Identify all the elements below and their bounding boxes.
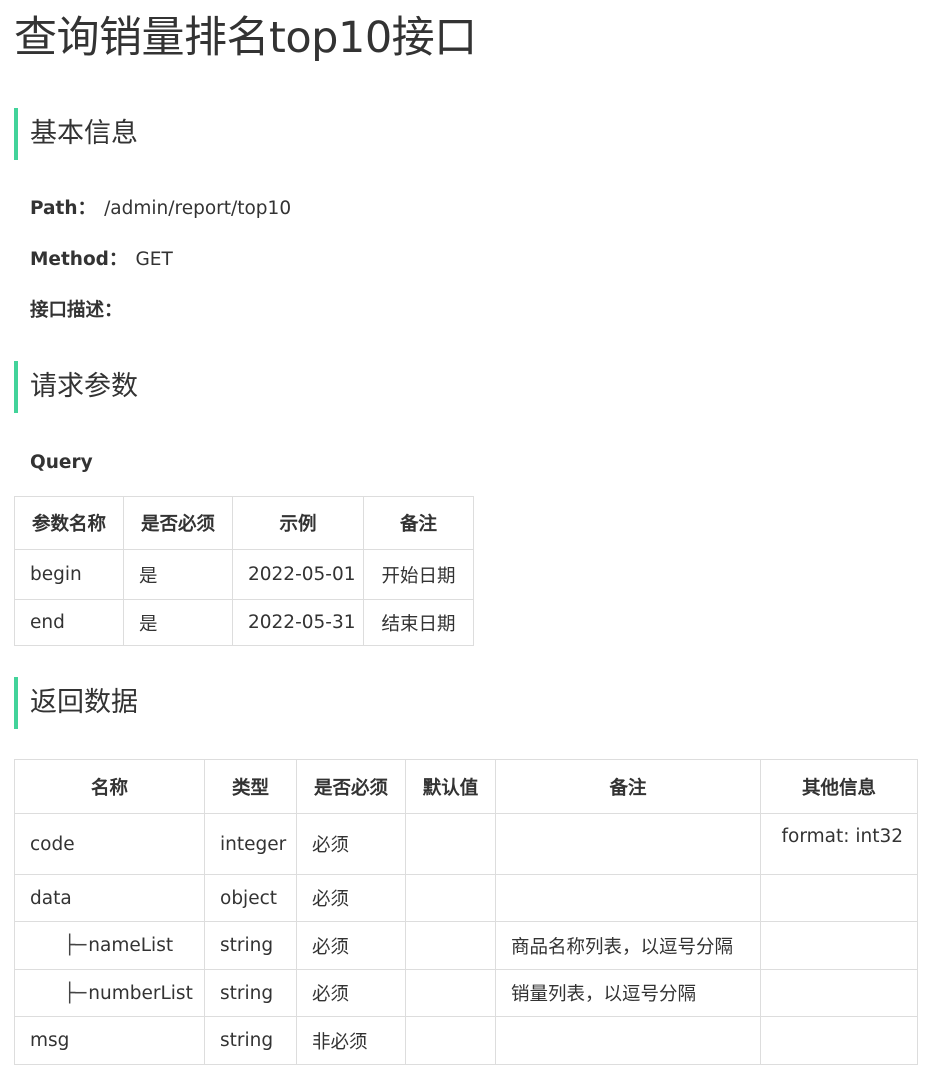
path-value: /admin/report/top10: [104, 198, 292, 219]
table-header-cell: 名称: [14, 759, 205, 814]
param-required-cell: 是: [123, 549, 233, 600]
field-type-cell: integer: [204, 813, 297, 875]
field-required-cell: 必须: [296, 874, 406, 922]
table-header-cell: 是否必须: [296, 759, 406, 814]
field-note-cell: [495, 1016, 761, 1065]
section-heading-response-data: 返回数据: [14, 677, 138, 729]
field-name-text: nameList: [88, 935, 174, 956]
table-header-cell: 默认值: [405, 759, 496, 814]
method-value: GET: [135, 249, 173, 270]
param-note-cell: 开始日期: [363, 549, 474, 600]
method-row: Method： GET: [30, 247, 173, 273]
field-name-cell: ├─ nameList: [14, 921, 205, 970]
table-header-row: 参数名称 是否必须 示例 备注: [14, 496, 474, 550]
field-note-cell: [495, 874, 761, 922]
table-row: ├─ nameList string 必须 商品名称列表，以逗号分隔: [14, 921, 918, 970]
field-required-cell: 必须: [296, 969, 406, 1017]
table-row: ├─ numberList string 必须 销量列表，以逗号分隔: [14, 969, 918, 1017]
field-type-cell: string: [204, 969, 297, 1017]
param-example-cell: 2022-05-31: [232, 599, 364, 646]
table-header-cell: 示例: [232, 496, 364, 550]
tree-branch-icon: ├─: [64, 935, 87, 956]
field-note-cell: 销量列表，以逗号分隔: [495, 969, 761, 1017]
field-type-cell: string: [204, 1016, 297, 1065]
path-label: Path：: [30, 198, 97, 219]
field-required-cell: 必须: [296, 921, 406, 970]
table-row: end 是 2022-05-31 结束日期: [14, 599, 474, 646]
field-note-cell: 商品名称列表，以逗号分隔: [495, 921, 761, 970]
field-required-cell: 必须: [296, 813, 406, 875]
section-heading-request-params: 请求参数: [14, 361, 138, 413]
field-default-cell: [405, 874, 496, 922]
table-row: begin 是 2022-05-01 开始日期: [14, 549, 474, 600]
field-name-cell: data: [14, 874, 205, 922]
field-default-cell: [405, 969, 496, 1017]
field-name-cell: code: [14, 813, 205, 875]
param-note-cell: 结束日期: [363, 599, 474, 646]
field-default-cell: [405, 1016, 496, 1065]
response-data-table: 名称 类型 是否必须 默认值 备注 其他信息 code integer 必须 f…: [14, 759, 918, 1065]
query-params-table: 参数名称 是否必须 示例 备注 begin 是 2022-05-01 开始日期 …: [14, 496, 474, 646]
table-header-cell: 是否必须: [123, 496, 233, 550]
table-row: code integer 必须 format: int32: [14, 813, 918, 875]
field-default-cell: [405, 921, 496, 970]
description-label: 接口描述：: [30, 300, 123, 321]
field-note-cell: [495, 813, 761, 875]
table-row: data object 必须: [14, 874, 918, 922]
param-required-cell: 是: [123, 599, 233, 646]
table-header-cell: 备注: [495, 759, 761, 814]
field-default-cell: [405, 813, 496, 875]
field-other-cell: [760, 921, 918, 970]
field-name-text: numberList: [88, 982, 193, 1004]
query-label: Query: [30, 452, 93, 473]
table-header-cell: 备注: [363, 496, 474, 550]
field-other-cell: [760, 874, 918, 922]
param-example-cell: 2022-05-01: [232, 549, 364, 600]
field-type-cell: object: [204, 874, 297, 922]
field-other-cell: format: int32: [760, 813, 918, 875]
field-required-cell: 非必须: [296, 1016, 406, 1065]
description-row: 接口描述：: [30, 298, 123, 324]
tree-branch-icon: ├─: [64, 982, 87, 1004]
method-label: Method：: [30, 249, 128, 270]
field-other-cell: [760, 969, 918, 1017]
param-name-cell: begin: [14, 549, 124, 600]
table-header-cell: 类型: [204, 759, 297, 814]
field-name-cell: msg: [14, 1016, 205, 1065]
field-other-cell: [760, 1016, 918, 1065]
param-name-cell: end: [14, 599, 124, 646]
field-type-cell: string: [204, 921, 297, 970]
table-header-row: 名称 类型 是否必须 默认值 备注 其他信息: [14, 759, 918, 814]
table-row: msg string 非必须: [14, 1016, 918, 1065]
table-header-cell: 参数名称: [14, 496, 124, 550]
table-header-cell: 其他信息: [760, 759, 918, 814]
page-title: 查询销量排名top10接口: [14, 13, 477, 63]
section-heading-basic-info: 基本信息: [14, 108, 138, 160]
field-name-cell: ├─ numberList: [14, 969, 205, 1017]
path-row: Path： /admin/report/top10: [30, 196, 291, 222]
